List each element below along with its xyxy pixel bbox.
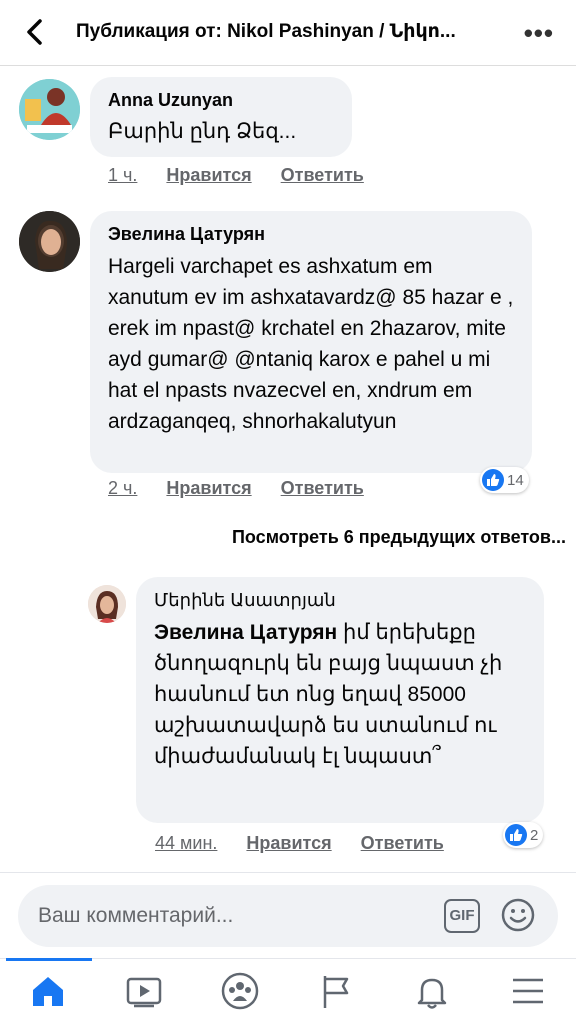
bell-icon[interactable] bbox=[408, 969, 456, 1013]
comment-author[interactable]: Эвелина Цатурян bbox=[108, 224, 514, 245]
comment-actions: 44 мин. Нравится Ответить bbox=[155, 833, 468, 854]
reply-bubble: Մերինե Ասատրյան Эвелина Цатурян իմ երեխե… bbox=[136, 577, 544, 823]
pages-flag-icon[interactable] bbox=[312, 969, 360, 1013]
reaction-number: 2 bbox=[530, 826, 539, 844]
page-title: Публикация от: Nikol Pashinyan / Նիկո... bbox=[76, 21, 456, 42]
video-icon[interactable] bbox=[120, 969, 168, 1013]
avatar[interactable] bbox=[19, 211, 80, 272]
like-thumb-icon bbox=[482, 469, 504, 491]
comment-time[interactable]: 2 ч. bbox=[108, 478, 137, 498]
comment-composer: Ваш комментарий... GIF bbox=[0, 872, 576, 958]
comment-input[interactable]: Ваш комментарий... GIF bbox=[18, 885, 558, 947]
comment-text: Բարին ընդ Ձեզ... bbox=[108, 120, 297, 143]
comment-time[interactable]: 1 ч. bbox=[108, 165, 137, 185]
reply-button[interactable]: Ответить bbox=[361, 833, 444, 853]
reaction-number: 14 bbox=[507, 471, 524, 489]
comment-placeholder: Ваш комментарий... bbox=[38, 904, 234, 927]
emoji-icon[interactable] bbox=[500, 897, 536, 933]
groups-icon[interactable] bbox=[216, 969, 264, 1013]
comment-bubble: Anna Uzunyan Բարին ընդ Ձեզ... bbox=[90, 77, 352, 157]
active-tab-indicator bbox=[6, 958, 92, 961]
avatar[interactable] bbox=[19, 79, 80, 140]
menu-icon[interactable] bbox=[504, 969, 552, 1013]
mention-link[interactable]: Эвелина Цатурян bbox=[154, 621, 337, 644]
comment-time[interactable]: 44 мин. bbox=[155, 833, 217, 853]
like-thumb-icon bbox=[505, 824, 527, 846]
comment-actions: 1 ч. Нравится Ответить bbox=[108, 165, 388, 186]
view-previous-replies-link[interactable]: Посмотреть 6 предыдущих ответов... bbox=[232, 527, 566, 548]
comment-author[interactable]: Մերինե Ասատրյան bbox=[154, 590, 526, 611]
like-button[interactable]: Нравится bbox=[166, 478, 251, 498]
bottom-tab-bar bbox=[0, 958, 576, 1024]
like-button[interactable]: Нравится bbox=[246, 833, 331, 853]
reply-button[interactable]: Ответить bbox=[281, 478, 364, 498]
like-button[interactable]: Нравится bbox=[166, 165, 251, 185]
home-icon[interactable] bbox=[24, 969, 72, 1013]
avatar[interactable] bbox=[88, 585, 126, 623]
reaction-count[interactable]: 2 bbox=[503, 822, 544, 848]
reaction-count[interactable]: 14 bbox=[480, 467, 529, 493]
comment-bubble: Эвелина Цатурян Hargeli varchapet es ash… bbox=[90, 211, 532, 473]
comment-text: Эвелина Цатурян իմ երեխեքը ծնողազուրկ են… bbox=[154, 617, 526, 772]
comment-text: Hargeli varchapet es ashxatum em xanutum… bbox=[108, 255, 514, 433]
back-chevron-icon[interactable] bbox=[18, 14, 54, 50]
top-bar: Публикация от: Nikol Pashinyan / Նիկո...… bbox=[0, 0, 576, 66]
more-dots-icon[interactable]: ••• bbox=[524, 18, 554, 49]
reply-button[interactable]: Ответить bbox=[281, 165, 364, 185]
comment-author[interactable]: Anna Uzunyan bbox=[108, 90, 334, 111]
gif-icon[interactable]: GIF bbox=[444, 899, 480, 933]
comment-actions: 2 ч. Нравится Ответить bbox=[108, 478, 388, 499]
